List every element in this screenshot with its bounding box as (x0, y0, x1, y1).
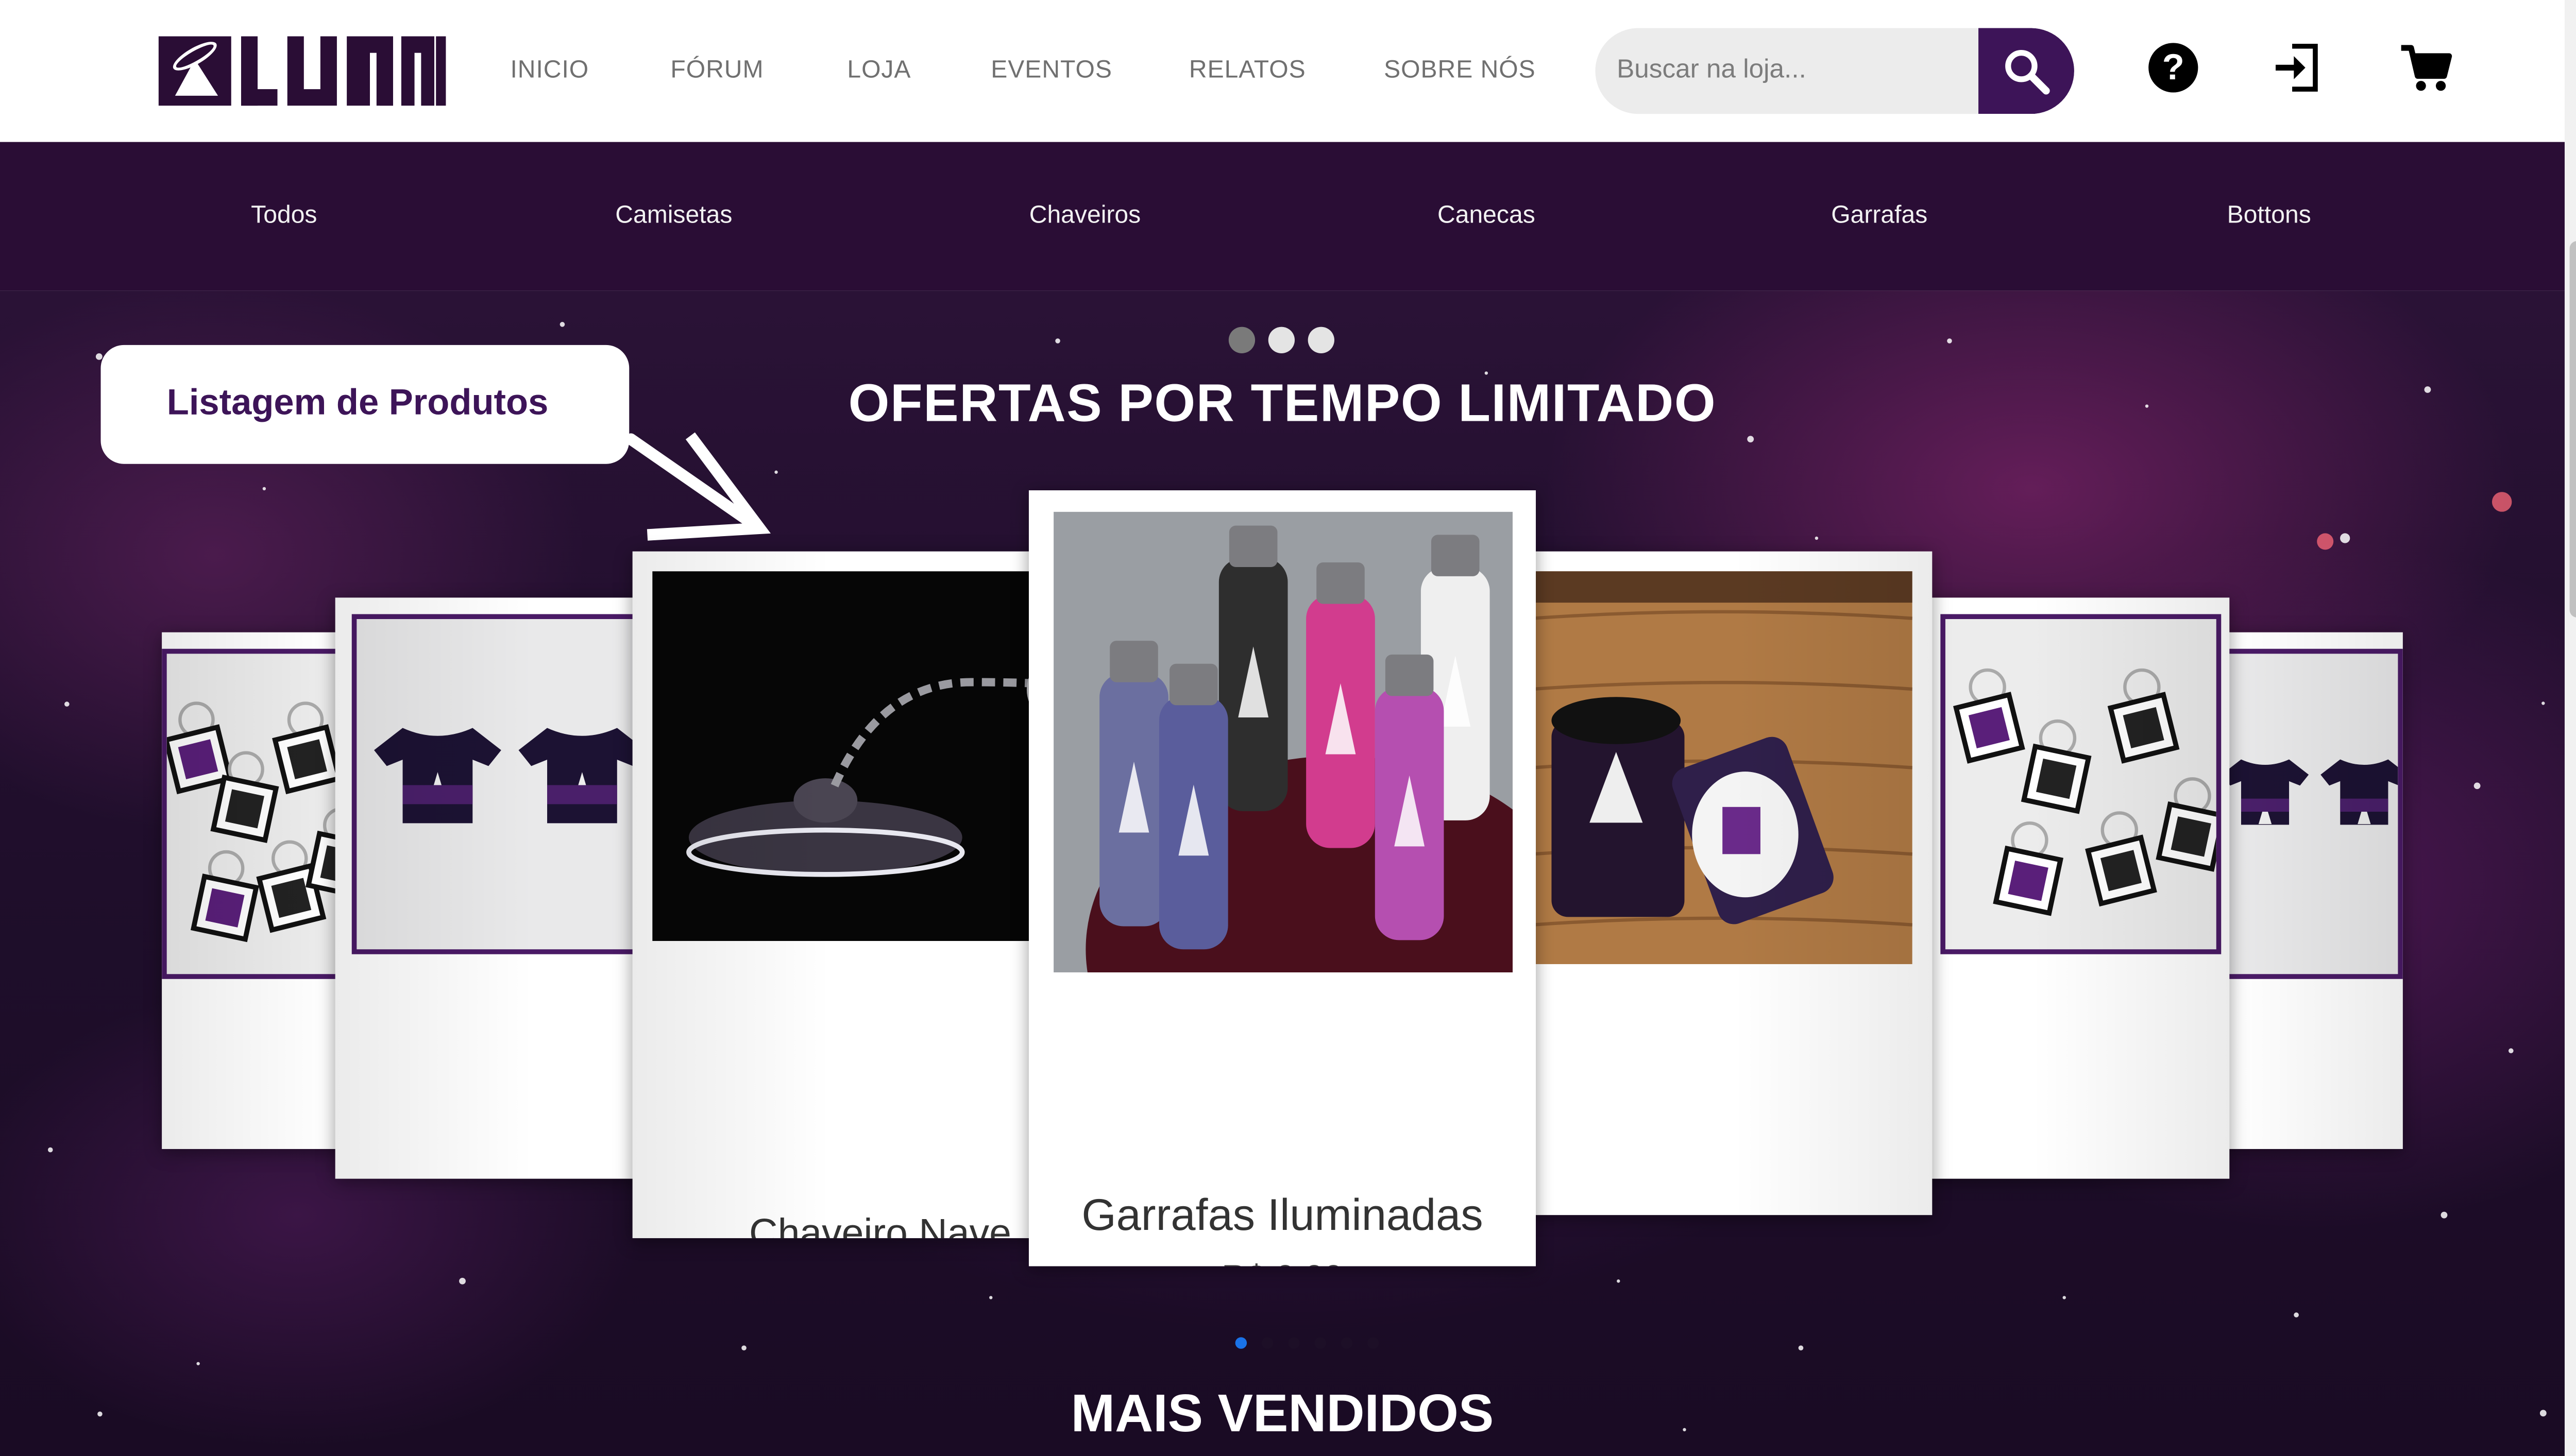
offers-section: OFERTAS POR TEMPO LIMITADO Listagem de P… (0, 290, 2565, 1456)
login-icon[interactable] (2269, 40, 2325, 96)
pagination-dot[interactable] (1367, 1337, 1379, 1349)
product-image[interactable] (1940, 614, 2222, 954)
best-sellers-title: MAIS VENDIDOS (1071, 1383, 1494, 1443)
star (2492, 492, 2512, 512)
pagination-dot[interactable] (1314, 1337, 1326, 1349)
annotation-callout: Listagem de Produtos (100, 345, 630, 464)
nav-eventos[interactable]: EVENTOS (991, 56, 1112, 84)
nav-inicio[interactable]: INICIO (510, 56, 589, 84)
category-canecas[interactable]: Canecas (1437, 201, 1535, 229)
star (1747, 436, 1754, 443)
category-bottons[interactable]: Bottons (2227, 201, 2311, 229)
pagination-dot[interactable] (1341, 1337, 1353, 1349)
star (95, 353, 103, 360)
lumni-logo[interactable] (158, 33, 446, 109)
star (2293, 1311, 2298, 1317)
callout-label: Listagem de Produtos (166, 381, 549, 423)
arrow-icon (625, 432, 771, 541)
star (459, 1277, 466, 1284)
star (1617, 1279, 1620, 1283)
star (1946, 337, 1952, 343)
search-icon (2005, 49, 2050, 95)
star (47, 1146, 52, 1152)
product-card[interactable]: Garrafas IluminadasR$ 0,00Adicionar ao C… (1028, 490, 1536, 1266)
star (196, 1362, 200, 1365)
nav-relatos[interactable]: RELATOS (1189, 56, 1306, 84)
pagination-dot[interactable] (1261, 1337, 1274, 1349)
category-todos[interactable]: Todos (251, 201, 317, 229)
pagination-dot[interactable] (1288, 1337, 1300, 1349)
product-price: R$ 0,00 (1029, 1260, 1536, 1266)
product-image[interactable] (1532, 571, 1912, 964)
product-image[interactable] (162, 648, 360, 979)
nav-sobre-nos[interactable]: SOBRE NÓS (1384, 56, 1536, 84)
star (2541, 701, 2545, 705)
carousel-dot[interactable] (1228, 327, 1256, 353)
help-icon[interactable]: ? (2145, 40, 2201, 96)
nav-loja[interactable]: LOJA (847, 56, 911, 84)
svg-text:?: ? (2162, 46, 2184, 87)
star (2473, 782, 2481, 790)
product-image[interactable] (351, 614, 641, 954)
star (262, 487, 266, 491)
nav-forum[interactable]: FÓRUM (670, 56, 764, 84)
star (2507, 1047, 2513, 1053)
category-chaveiros[interactable]: Chaveiros (1029, 201, 1141, 229)
pagination-dot[interactable] (1235, 1337, 1247, 1349)
product-image[interactable] (1054, 511, 1513, 972)
site-header: INICIO FÓRUM LOJA EVENTOS RELATOS SOBRE … (0, 0, 2565, 142)
star (2317, 533, 2334, 550)
product-image[interactable] (2205, 648, 2403, 979)
product-name[interactable]: Garrafas Iluminadas (1029, 1190, 1536, 1241)
carousel-dot[interactable] (1308, 327, 1334, 353)
search-input[interactable] (1595, 28, 1979, 114)
cart-icon[interactable] (2398, 40, 2454, 96)
scrollbar-thumb[interactable] (2569, 241, 2576, 618)
star (1815, 536, 1819, 540)
star (774, 470, 778, 474)
star (1798, 1344, 1803, 1350)
star (2340, 533, 2350, 543)
carousel-dot[interactable] (1268, 327, 1295, 353)
star (740, 1344, 746, 1350)
star (1054, 337, 1060, 343)
category-garrafas[interactable]: Garrafas (1831, 201, 1927, 229)
search-bar (1595, 28, 2074, 114)
star (559, 321, 564, 327)
star (2441, 1211, 2448, 1219)
category-camisetas[interactable]: Camisetas (615, 201, 732, 229)
search-button[interactable] (1978, 28, 2074, 114)
star (989, 1296, 993, 1299)
page-scrollbar[interactable] (2564, 0, 2576, 1456)
category-bar: Todos Camisetas Chaveiros Canecas Garraf… (0, 142, 2565, 291)
star (2062, 1296, 2066, 1299)
star (63, 700, 69, 706)
